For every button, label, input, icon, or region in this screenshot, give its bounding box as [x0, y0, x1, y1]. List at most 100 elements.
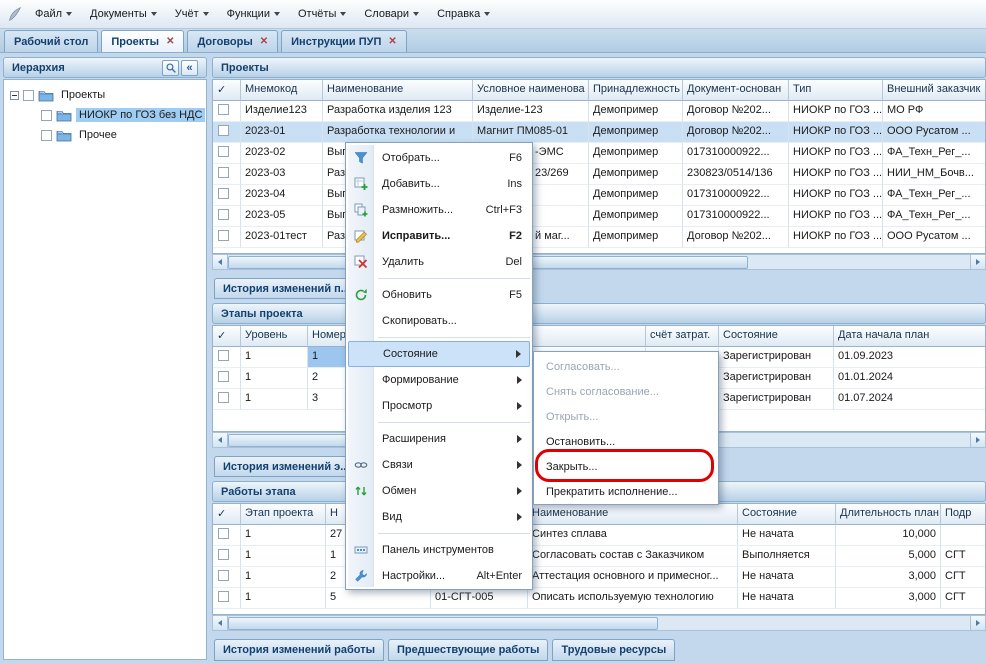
row-checkbox[interactable] [218, 549, 229, 560]
column-header[interactable]: Дата начала план [834, 326, 986, 347]
context-menu-item[interactable]: Настройки...Alt+Enter [348, 563, 530, 589]
context-menu-item[interactable]: Состояние [348, 341, 530, 367]
column-header[interactable]: Длительность план ▼ [836, 504, 941, 525]
column-header[interactable]: Наименование [323, 80, 473, 101]
close-icon[interactable]: ✕ [166, 37, 174, 47]
view-tab[interactable]: Проекты✕ [101, 30, 184, 52]
menubar-item[interactable]: Файл [26, 0, 81, 28]
column-header[interactable]: Уровень [241, 326, 308, 347]
tree-expander-icon[interactable] [10, 91, 19, 100]
context-menu-item[interactable]: Формирование [348, 367, 530, 393]
row-checkbox[interactable] [218, 392, 229, 403]
context-menu-item[interactable]: Размножить...Ctrl+F3 [348, 197, 530, 223]
row-checkbox[interactable] [218, 350, 229, 361]
menubar-item[interactable]: Документы [81, 0, 166, 28]
table-row[interactable]: 12Аттестация основного и примесног...Не … [213, 567, 985, 588]
table-row[interactable]: 2023-02Вып-ЭМСДемопример017310000922...Н… [213, 143, 985, 164]
context-menu-item[interactable]: Панель инструментов [348, 537, 530, 563]
submenu-item[interactable]: Прекратить исполнение... [536, 479, 716, 504]
context-menu-item[interactable]: Связи [348, 452, 530, 478]
table-row[interactable]: Изделие123Разработка изделия 123Изделие-… [213, 101, 985, 122]
row-checkbox[interactable] [218, 146, 229, 157]
column-header[interactable]: Принадлежность [589, 80, 683, 101]
column-header[interactable]: ✓ [213, 80, 241, 101]
table-row[interactable]: 127Синтез сплаваНе начата10,000 [213, 525, 985, 546]
close-icon[interactable]: ✕ [388, 37, 396, 47]
scroll-left-arrow[interactable] [213, 616, 228, 630]
tree-checkbox[interactable] [41, 110, 52, 121]
scroll-left-arrow[interactable] [213, 255, 228, 269]
context-menu-item[interactable]: Отобрать...F6 [348, 145, 530, 171]
context-menu-item[interactable]: ОбновитьF5 [348, 282, 530, 308]
scroll-right-arrow[interactable] [970, 433, 985, 447]
menubar-item[interactable]: Функции [218, 0, 289, 28]
scroll-right-arrow[interactable] [970, 616, 985, 630]
tree-item[interactable]: НИОКР по ГОЗ без НДС [4, 105, 206, 125]
context-menu-item[interactable]: Вид [348, 504, 530, 530]
scroll-thumb[interactable] [228, 617, 658, 630]
table-row[interactable]: 2023-05ВыпДемопример017310000922...НИОКР… [213, 206, 985, 227]
scroll-right-arrow[interactable] [970, 255, 985, 269]
table-row[interactable]: 1501-СГТ-005Описать используемую техноло… [213, 588, 985, 609]
context-menu-item[interactable]: Исправить...F2 [348, 223, 530, 249]
column-header[interactable]: Мнемокод [241, 80, 323, 101]
find-icon[interactable] [162, 60, 179, 76]
context-menu-item[interactable]: Просмотр [348, 393, 530, 419]
column-header[interactable]: счёт затрат. [646, 326, 719, 347]
column-header[interactable]: Наименование [528, 504, 738, 525]
row-checkbox[interactable] [218, 591, 229, 602]
context-menu-item[interactable]: Обмен [348, 478, 530, 504]
row-checkbox[interactable] [218, 188, 229, 199]
row-checkbox[interactable] [218, 371, 229, 382]
context-menu-item[interactable]: УдалитьDel [348, 249, 530, 275]
menubar-item[interactable]: Словари [355, 0, 428, 28]
row-checkbox[interactable] [218, 167, 229, 178]
horizontal-scrollbar[interactable] [212, 254, 986, 270]
table-row[interactable]: 11Согласовать состав с ЗаказчикомВыполня… [213, 546, 985, 567]
collapse-icon[interactable]: « [181, 60, 198, 76]
column-header[interactable]: Состояние [719, 326, 834, 347]
table-row[interactable]: 2023-03Разр23/269Демопример230823/0514/1… [213, 164, 985, 185]
menubar-item[interactable]: Справка [428, 0, 499, 28]
context-menu-item[interactable]: Добавить...Ins [348, 171, 530, 197]
column-header[interactable]: Этап проекта [241, 504, 326, 525]
column-header[interactable]: Внешний заказчик [883, 80, 986, 101]
tab-history-project[interactable]: История изменений п... [214, 278, 364, 299]
menubar-item[interactable]: Учёт [166, 0, 218, 28]
row-checkbox[interactable] [218, 209, 229, 220]
bottom-tab[interactable]: История изменений работы [214, 639, 384, 661]
bottom-tab[interactable]: Предшествующие работы [388, 639, 548, 661]
bottom-tab[interactable]: Трудовые ресурсы [552, 639, 675, 661]
tab-history-stage[interactable]: История изменений э... [214, 456, 364, 477]
tree-item[interactable]: Прочее [4, 125, 206, 145]
column-header[interactable]: Тип [789, 80, 883, 101]
table-row[interactable]: 2023-04ВыпДемопример017310000922...НИОКР… [213, 185, 985, 206]
tree-checkbox[interactable] [23, 90, 34, 101]
close-icon[interactable]: ✕ [260, 37, 268, 47]
row-checkbox[interactable] [218, 125, 229, 136]
column-header[interactable]: Состояние [738, 504, 836, 525]
context-menu-item[interactable]: Скопировать... [348, 308, 530, 334]
column-header[interactable]: ✓ [213, 504, 241, 525]
view-tab[interactable]: Договоры✕ [187, 30, 278, 52]
tree-checkbox[interactable] [41, 130, 52, 141]
submenu-item[interactable]: Закрыть... [536, 454, 716, 479]
table-row[interactable]: 2023-01Разработка технологии иМагнит ПМ0… [213, 122, 985, 143]
table-row[interactable]: 2023-01тестРазрй маг...ДемопримерДоговор… [213, 227, 985, 248]
tree-item[interactable]: Проекты [4, 85, 206, 105]
row-checkbox[interactable] [218, 104, 229, 115]
column-header[interactable]: Подр [941, 504, 986, 525]
menubar-item[interactable]: Отчёты [289, 0, 355, 28]
view-tab[interactable]: Инструкции ПУП✕ [281, 30, 407, 52]
context-menu-item[interactable]: Расширения [348, 426, 530, 452]
row-checkbox[interactable] [218, 570, 229, 581]
column-header[interactable]: Документ-основан [683, 80, 789, 101]
row-checkbox[interactable] [218, 230, 229, 241]
submenu-item[interactable]: Остановить... [536, 429, 716, 454]
view-tab[interactable]: Рабочий стол [4, 30, 98, 52]
scroll-left-arrow[interactable] [213, 433, 228, 447]
column-header[interactable]: ✓ [213, 326, 241, 347]
horizontal-scrollbar[interactable] [212, 615, 986, 631]
row-checkbox[interactable] [218, 528, 229, 539]
column-header[interactable]: Условное наименова [473, 80, 589, 101]
